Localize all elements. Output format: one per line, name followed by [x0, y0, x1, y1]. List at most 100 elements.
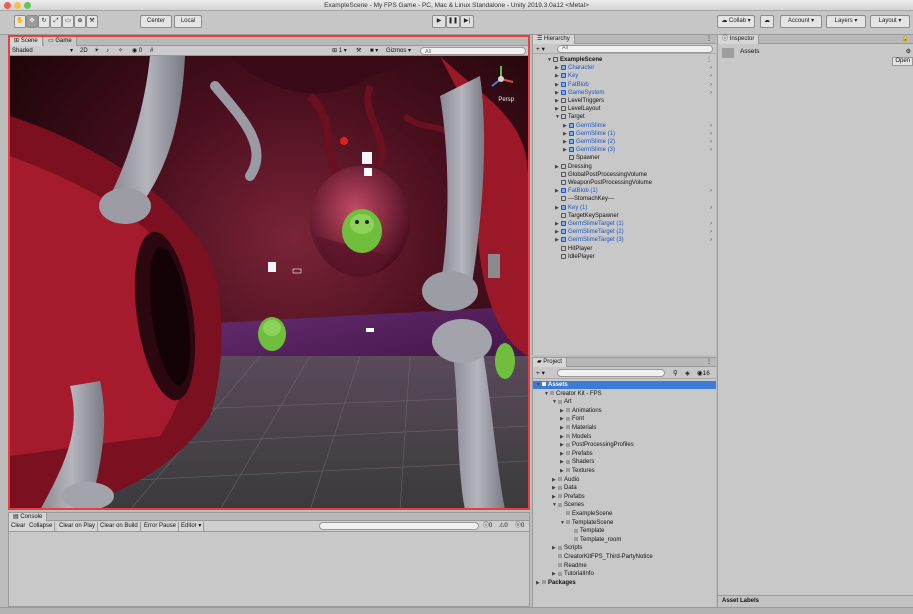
- hierarchy-item[interactable]: ▶ GermSlime ›: [533, 122, 716, 130]
- project-item[interactable]: ▶ TutorialInfo: [533, 570, 716, 578]
- rect-tool-button[interactable]: ▭: [62, 15, 74, 28]
- hierarchy-item[interactable]: ---StomachKey---: [533, 195, 716, 203]
- play-button[interactable]: ▶: [432, 15, 446, 28]
- rotate-tool-button[interactable]: ↻: [38, 15, 50, 28]
- tab-scene[interactable]: ⊞ Scene: [10, 37, 43, 46]
- hierarchy-item[interactable]: ▼ ExampleScene ⋮: [533, 56, 716, 64]
- project-add-button[interactable]: + ▾: [536, 369, 545, 377]
- hierarchy-item[interactable]: TargetKeySpawner: [533, 212, 716, 220]
- console-collapse-button[interactable]: Collapse: [27, 522, 56, 531]
- project-item[interactable]: ExampleScene: [533, 510, 716, 518]
- hand-tool-button[interactable]: ✋: [14, 15, 26, 28]
- project-item[interactable]: ▶ Prefabs: [533, 493, 716, 501]
- hierarchy-item[interactable]: ▶ GermSlimeTarget (3) ›: [533, 236, 716, 244]
- console-error-count[interactable]: ⓧ0: [515, 522, 524, 531]
- console-search-input[interactable]: [319, 522, 479, 530]
- gizmos-dropdown[interactable]: Gizmos ▾: [386, 46, 411, 56]
- hierarchy-item[interactable]: ▶ FatBlob ›: [533, 81, 716, 89]
- hierarchy-item[interactable]: HitPlayer: [533, 245, 716, 253]
- lighting-icon[interactable]: ☀: [94, 46, 99, 56]
- project-item[interactable]: CreatorKitFPS_Third-PartyNotice: [533, 553, 716, 561]
- filter-type-icon[interactable]: ⚲: [673, 369, 678, 377]
- shading-chevron-icon[interactable]: ▾: [70, 46, 73, 56]
- center-pivot-button[interactable]: Center: [140, 15, 172, 28]
- step-button[interactable]: ▶|: [460, 15, 474, 28]
- layout-dropdown[interactable]: Layout ▾: [870, 15, 910, 28]
- hierarchy-item[interactable]: ▶ GermSlime (3) ›: [533, 146, 716, 154]
- hierarchy-item[interactable]: ▶ Character ›: [533, 64, 716, 72]
- project-item[interactable]: Template_room: [533, 536, 716, 544]
- console-warning-count[interactable]: ⚠0: [499, 522, 508, 531]
- hierarchy-item[interactable]: ▼ Target: [533, 113, 716, 121]
- cloud-button[interactable]: ☁: [760, 15, 774, 28]
- orientation-gizmo[interactable]: [486, 64, 516, 94]
- project-item[interactable]: ▼ Art: [533, 398, 716, 406]
- prefab-open-chevron-icon[interactable]: ›: [710, 89, 712, 97]
- project-item[interactable]: Readme: [533, 562, 716, 570]
- project-menu-icon[interactable]: ⋮: [706, 358, 712, 367]
- hierarchy-add-button[interactable]: + ▾: [536, 45, 545, 53]
- project-item[interactable]: ▶ Scripts: [533, 544, 716, 552]
- project-item[interactable]: ▼ Scenes: [533, 501, 716, 509]
- grid-icon[interactable]: #: [150, 46, 153, 56]
- tab-console[interactable]: ▤ Console: [9, 513, 48, 521]
- hierarchy-item[interactable]: ▶ GermSlimeTarget (1) ›: [533, 220, 716, 228]
- hierarchy-menu-icon[interactable]: ⋮: [706, 35, 712, 44]
- tools-icon[interactable]: ⚒: [356, 46, 361, 56]
- prefab-open-chevron-icon[interactable]: ›: [710, 138, 712, 146]
- persp-label[interactable]: Persp: [498, 97, 514, 103]
- project-item[interactable]: ▶ Models: [533, 433, 716, 441]
- hierarchy-item[interactable]: ▶ Key (1) ›: [533, 204, 716, 212]
- prefab-open-chevron-icon[interactable]: ›: [710, 204, 712, 212]
- hierarchy-item[interactable]: ▶ Dressing: [533, 163, 716, 171]
- audio-icon[interactable]: ♪: [106, 46, 109, 56]
- project-item[interactable]: ▶ Materials: [533, 424, 716, 432]
- filter-label-icon[interactable]: ◈: [685, 369, 690, 377]
- hierarchy-item[interactable]: Spawner: [533, 154, 716, 162]
- console-info-count[interactable]: ⓘ0: [483, 522, 492, 531]
- hierarchy-item[interactable]: IdlePlayer: [533, 253, 716, 261]
- pause-button[interactable]: ❚❚: [446, 15, 460, 28]
- project-item[interactable]: ▶ Data: [533, 484, 716, 492]
- tab-hierarchy[interactable]: ☰ Hierarchy: [533, 35, 575, 44]
- hidden-objects-icon[interactable]: ◉ 0: [132, 46, 142, 56]
- scene-viewport[interactable]: Persp: [10, 56, 528, 508]
- hierarchy-item[interactable]: GlobalPostProcessingVolume: [533, 171, 716, 179]
- hierarchy-item[interactable]: ▶ Key ›: [533, 72, 716, 80]
- project-item[interactable]: ▶ Animations: [533, 407, 716, 415]
- project-item[interactable]: ▶ Textures: [533, 467, 716, 475]
- project-item[interactable]: ▼ Creator Kit - FPS: [533, 390, 716, 398]
- hierarchy-item[interactable]: ▶ GermSlime (1) ›: [533, 130, 716, 138]
- camera-icon[interactable]: ■ ▾: [370, 46, 378, 56]
- hierarchy-item[interactable]: ▶ LevelTriggers: [533, 97, 716, 105]
- scene-search-input[interactable]: All: [420, 47, 526, 55]
- project-search-input[interactable]: [557, 369, 665, 377]
- prefab-open-chevron-icon[interactable]: ›: [710, 228, 712, 236]
- prefab-open-chevron-icon[interactable]: ›: [710, 236, 712, 244]
- tab-game[interactable]: ▭ Game: [44, 37, 77, 46]
- console-editor-dropdown[interactable]: Editor ▾: [179, 522, 205, 531]
- prefab-open-chevron-icon[interactable]: ›: [710, 146, 712, 154]
- hierarchy-item[interactable]: WeaponPostProcessingVolume: [533, 179, 716, 187]
- hierarchy-item[interactable]: ▶ GermSlime (2) ›: [533, 138, 716, 146]
- scene-menu-icon[interactable]: ⋮: [706, 56, 712, 64]
- tab-project[interactable]: ▰ Project: [533, 358, 567, 367]
- move-tool-button[interactable]: ✥: [26, 15, 38, 28]
- hierarchy-item[interactable]: ▶ GameSystem ›: [533, 89, 716, 97]
- hierarchy-search-input[interactable]: All: [557, 45, 713, 53]
- account-dropdown[interactable]: Account ▾: [780, 15, 822, 28]
- hierarchy-item[interactable]: ▶ GermSlimeTarget (2) ›: [533, 228, 716, 236]
- project-item[interactable]: ▶ Audio: [533, 476, 716, 484]
- prefab-open-chevron-icon[interactable]: ›: [710, 64, 712, 72]
- project-item[interactable]: ▶ Shaders: [533, 458, 716, 466]
- inspector-lock-icon[interactable]: 🔒: [902, 35, 909, 44]
- console-error-pause-button[interactable]: Error Pause: [142, 522, 180, 531]
- prefab-open-chevron-icon[interactable]: ›: [710, 187, 712, 195]
- shading-mode-dropdown[interactable]: Shaded: [12, 46, 33, 56]
- hidden-packages-icon[interactable]: ◉16: [697, 369, 710, 377]
- prefab-open-chevron-icon[interactable]: ›: [710, 220, 712, 228]
- project-item[interactable]: ▼ TemplateScene: [533, 519, 716, 527]
- prefab-open-chevron-icon[interactable]: ›: [710, 81, 712, 89]
- project-item[interactable]: ▶ Packages: [533, 579, 716, 587]
- local-global-button[interactable]: Local: [174, 15, 202, 28]
